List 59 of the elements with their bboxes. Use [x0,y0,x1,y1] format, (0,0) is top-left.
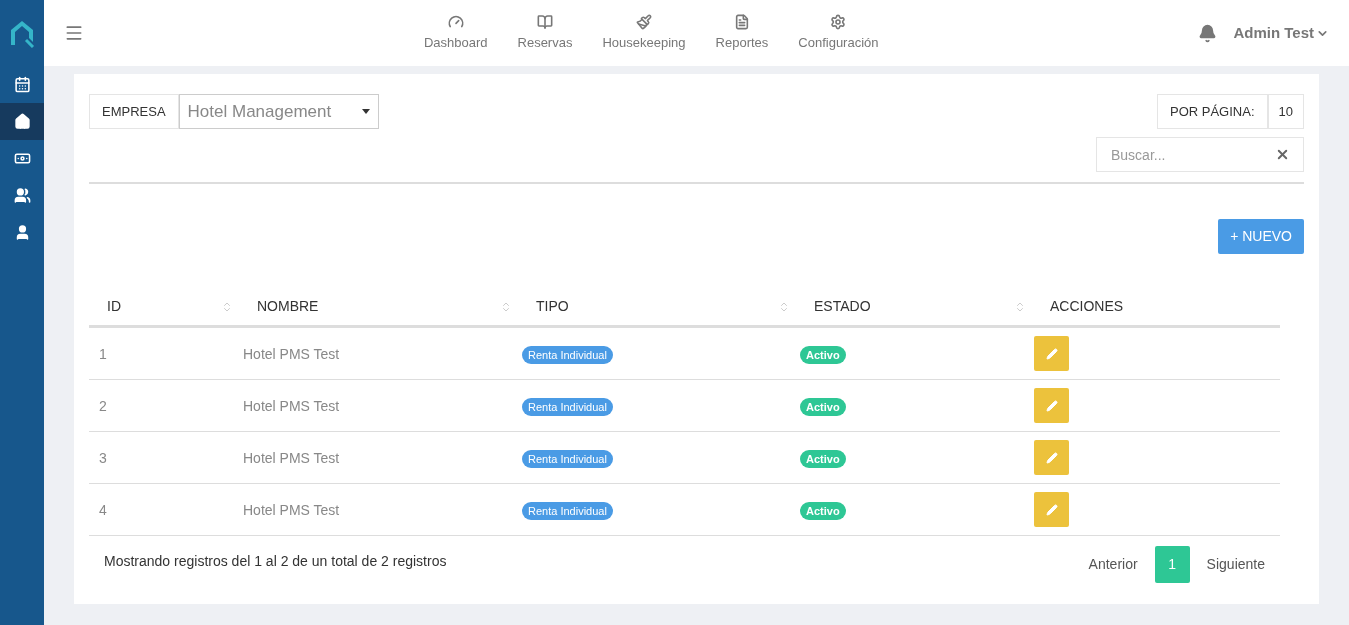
users-icon [13,187,31,204]
nav-item[interactable]: Housekeeping [594,13,694,53]
type-badge: Renta Individual [522,449,613,468]
new-button[interactable]: + NUEVO [1218,219,1304,254]
gauge-icon [447,13,464,30]
nav-item[interactable]: Reservas [509,13,581,53]
table-cell: Hotel PMS Test [243,345,340,362]
status-badge: Activo [800,449,846,468]
column-header[interactable]: ID [89,288,239,325]
status-badge: Activo [800,345,846,364]
table-cell: Hotel PMS Test [243,501,340,518]
pencil-icon [1045,451,1058,464]
column-header[interactable]: ACCIONES [1032,288,1280,325]
status-badge: Activo [800,501,846,520]
table-cell: Hotel PMS Test [243,397,340,414]
column-header[interactable]: NOMBRE [239,288,518,325]
records-summary: Mostrando registros del 1 al 2 de un total de 2 registros [104,552,447,571]
banknote-icon [13,150,31,167]
table-cell: Hotel PMS Test [243,449,340,466]
nav-item[interactable]: Dashboard [415,13,496,53]
type-badge: Renta Individual [522,345,613,364]
user-menu[interactable]: Admin Test [1233,21,1329,45]
brush-icon [636,13,652,30]
table-cell: 4 [99,501,107,518]
table-cell: 3 [99,449,107,466]
status-badge: Activo [800,397,846,416]
next-link[interactable]: Siguiente [1206,554,1265,575]
document-icon [733,13,750,30]
calendar-icon [13,76,31,93]
sidebar-item[interactable] [0,103,44,140]
sort-icon [1014,300,1026,313]
column-header[interactable]: TIPO [518,288,796,325]
notification-icon[interactable] [1198,23,1218,43]
caret-icon [361,109,370,114]
sort-icon [500,300,512,313]
search-field[interactable]: Buscar... [1096,137,1304,172]
pencil-icon [1045,399,1058,412]
sort-icon [778,300,790,313]
pencil-icon [1045,347,1058,360]
settings-icon [830,13,847,30]
table-cell: 1 [99,345,107,362]
table-cell: 2 [99,397,107,414]
nav-item[interactable]: Reportes [707,13,777,53]
home-icon [13,113,31,130]
column-header[interactable]: ESTADO [796,288,1032,325]
book-icon [536,13,553,30]
company-select[interactable]: Hotel Management [178,94,379,129]
menu-button[interactable] [64,23,84,43]
clear-icon[interactable] [1275,147,1290,162]
per-page-label: POR PÁGINA: [1157,94,1268,129]
type-badge: Renta Individual [522,397,613,416]
logo-icon [8,18,36,48]
pencil-icon [1045,503,1058,516]
sort-icon [221,300,233,313]
previous-link[interactable]: Anterior [1088,554,1138,575]
per-page-select[interactable]: 10 [1267,94,1304,129]
filter-label: EMPRESA [89,94,179,129]
nav-item[interactable]: Configuración [790,13,887,53]
type-badge: Renta Individual [522,501,613,520]
